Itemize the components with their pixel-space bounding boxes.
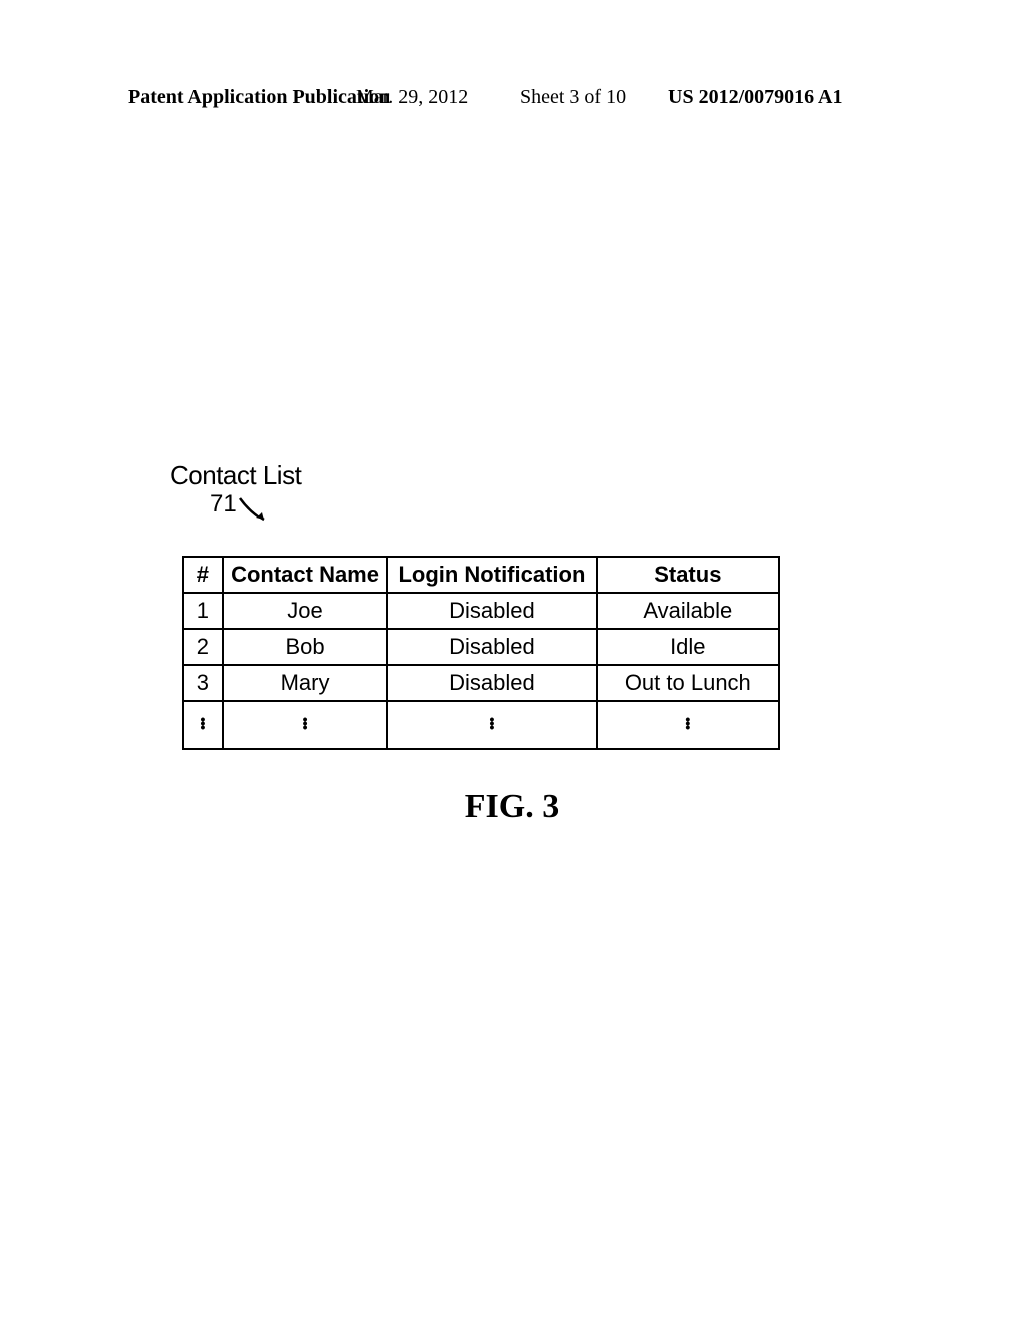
- contact-list-table: # Contact Name Login Notification Status…: [182, 556, 780, 750]
- header-sheet: Sheet 3 of 10: [520, 86, 626, 109]
- contact-list-label: Contact List: [170, 460, 301, 491]
- table-row: 2 Bob Disabled Idle: [183, 629, 779, 665]
- cell-number: 1: [183, 593, 223, 629]
- reference-number-71: 71: [210, 490, 237, 518]
- ellipsis-icon: •••: [597, 701, 779, 749]
- cell-login-notification: Disabled: [387, 593, 596, 629]
- header-date: Mar. 29, 2012: [356, 86, 468, 109]
- cell-number: 2: [183, 629, 223, 665]
- col-header-contact-name: Contact Name: [223, 557, 387, 593]
- cell-status: Available: [597, 593, 779, 629]
- cell-number: 3: [183, 665, 223, 701]
- leader-arrow-icon: [236, 492, 276, 532]
- ellipsis-icon: •••: [183, 701, 223, 749]
- cell-login-notification: Disabled: [387, 665, 596, 701]
- cell-login-notification: Disabled: [387, 629, 596, 665]
- header-publication-type: Patent Application Publication: [128, 86, 390, 109]
- cell-contact-name: Bob: [223, 629, 387, 665]
- col-header-number: #: [183, 557, 223, 593]
- cell-contact-name: Mary: [223, 665, 387, 701]
- ellipsis-icon: •••: [387, 701, 596, 749]
- table-row: 3 Mary Disabled Out to Lunch: [183, 665, 779, 701]
- header-publication-number: US 2012/0079016 A1: [668, 86, 842, 109]
- cell-status: Idle: [597, 629, 779, 665]
- col-header-status: Status: [597, 557, 779, 593]
- figure-caption: FIG. 3: [0, 788, 1024, 826]
- cell-status: Out to Lunch: [597, 665, 779, 701]
- table-row-ellipsis: ••• ••• ••• •••: [183, 701, 779, 749]
- table-header-row: # Contact Name Login Notification Status: [183, 557, 779, 593]
- contact-list-table-wrap: # Contact Name Login Notification Status…: [182, 556, 780, 750]
- table-row: 1 Joe Disabled Available: [183, 593, 779, 629]
- col-header-login-notification: Login Notification: [387, 557, 596, 593]
- ellipsis-icon: •••: [223, 701, 387, 749]
- cell-contact-name: Joe: [223, 593, 387, 629]
- page: Patent Application Publication Mar. 29, …: [0, 0, 1024, 1320]
